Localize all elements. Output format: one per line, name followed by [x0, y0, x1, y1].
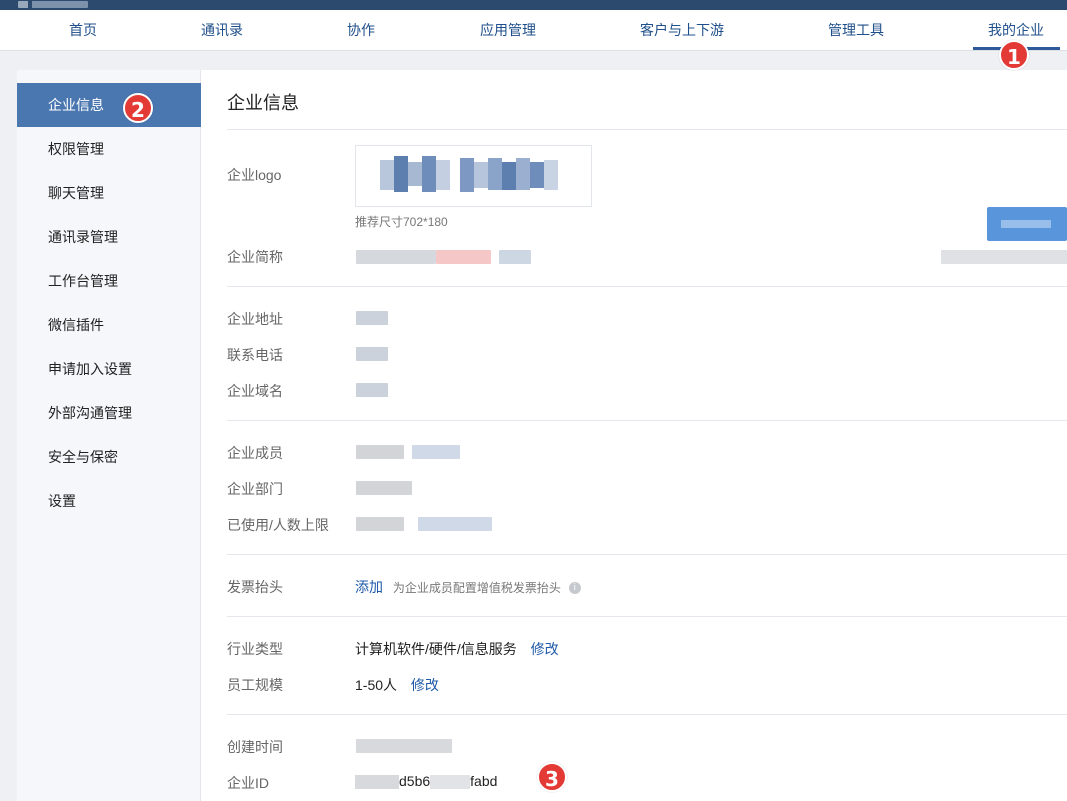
- sidebar-item-permissions[interactable]: 权限管理: [17, 127, 201, 171]
- domain-label: 企业域名: [227, 383, 283, 399]
- scale-row: 1-50人 修改: [355, 675, 439, 695]
- nav-management-tools[interactable]: 管理工具: [828, 10, 884, 51]
- sidebar-item-wechat-plugin[interactable]: 微信插件: [17, 303, 201, 347]
- created-value: [356, 739, 452, 753]
- sidebar-item-join-settings[interactable]: 申请加入设置: [17, 347, 201, 391]
- sidebar-item-workbench-management[interactable]: 工作台管理: [17, 259, 201, 303]
- address-value: [356, 311, 388, 325]
- industry-value: 计算机软件/硬件/信息服务: [355, 641, 517, 657]
- short-name-suffix: [499, 250, 531, 264]
- divider: [227, 714, 1067, 715]
- info-icon[interactable]: i: [568, 582, 581, 595]
- short-name-label: 企业简称: [227, 249, 283, 265]
- sidebar-item-settings[interactable]: 设置: [17, 479, 201, 523]
- divider: [227, 554, 1067, 555]
- corp-id-label: 企业ID: [227, 775, 269, 791]
- enterprise-logo-image[interactable]: [355, 145, 592, 207]
- annotation-badge-1: 1: [999, 40, 1029, 70]
- sidebar-item-external-communication[interactable]: 外部沟通管理: [17, 391, 201, 435]
- nav-home[interactable]: 首页: [69, 10, 97, 51]
- edit-scale-link[interactable]: 修改: [411, 677, 439, 693]
- nav-collaboration[interactable]: 协作: [347, 10, 375, 51]
- divider: [227, 286, 1067, 287]
- departments-count: [356, 481, 412, 495]
- logo-label: 企业logo: [227, 167, 282, 183]
- divider: [227, 129, 1067, 130]
- logo-size-hint: 推荐尺寸702*180: [355, 215, 448, 229]
- scale-value: 1-50人: [355, 677, 398, 693]
- sidebar-item-security[interactable]: 安全与保密: [17, 435, 201, 479]
- industry-row: 计算机软件/硬件/信息服务 修改: [355, 639, 559, 659]
- invoice-hint: 为企业成员配置增值税发票抬头: [392, 581, 561, 595]
- usage-label: 已使用/人数上限: [227, 517, 329, 533]
- divider: [227, 420, 1067, 421]
- page-title: 企业信息: [227, 93, 299, 113]
- nav-customers[interactable]: 客户与上下游: [640, 10, 724, 51]
- address-label: 企业地址: [227, 311, 283, 327]
- edit-button[interactable]: [987, 207, 1067, 241]
- sidebar-item-contacts-management[interactable]: 通讯录管理: [17, 215, 201, 259]
- edit-industry-link[interactable]: 修改: [531, 641, 559, 657]
- main-nav: 首页 通讯录 协作 应用管理 客户与上下游 管理工具 我的企业: [0, 10, 1067, 51]
- app-logo: [18, 1, 88, 8]
- short-name-note: [941, 250, 1067, 264]
- members-link[interactable]: [412, 445, 460, 459]
- invoice-row: 添加 为企业成员配置增值税发票抬头 i: [355, 577, 581, 597]
- nav-contacts[interactable]: 通讯录: [201, 10, 243, 51]
- nav-app-management[interactable]: 应用管理: [480, 10, 536, 51]
- members-count: [356, 445, 404, 459]
- phone-value: [356, 347, 388, 361]
- scale-label: 员工规模: [227, 677, 283, 693]
- usage-value: [356, 517, 404, 531]
- created-label: 创建时间: [227, 739, 283, 755]
- usage-link[interactable]: [418, 517, 492, 531]
- sidebar-item-enterprise-info[interactable]: 企业信息: [17, 83, 201, 127]
- industry-label: 行业类型: [227, 641, 283, 657]
- short-name-value: [356, 250, 436, 264]
- divider: [227, 616, 1067, 617]
- short-name-value-highlight: [436, 250, 491, 264]
- departments-label: 企业部门: [227, 481, 283, 497]
- domain-value: [356, 383, 388, 397]
- top-bar: [0, 0, 1067, 10]
- annotation-badge-2: 2: [123, 93, 153, 123]
- phone-label: 联系电话: [227, 347, 283, 363]
- corp-id-value: d5b6 fabd: [355, 773, 497, 790]
- sidebar: 企业信息 权限管理 聊天管理 通讯录管理 工作台管理 微信插件 申请加入设置 外…: [17, 70, 201, 801]
- invoice-label: 发票抬头: [227, 579, 283, 595]
- sidebar-item-chat-management[interactable]: 聊天管理: [17, 171, 201, 215]
- annotation-badge-3: 3: [537, 762, 567, 792]
- add-invoice-link[interactable]: 添加: [355, 579, 383, 595]
- members-label: 企业成员: [227, 445, 283, 461]
- main-content: 企业信息 企业logo 推荐尺寸702*180 企业简称 企业地址 联系电话 企…: [201, 70, 1067, 801]
